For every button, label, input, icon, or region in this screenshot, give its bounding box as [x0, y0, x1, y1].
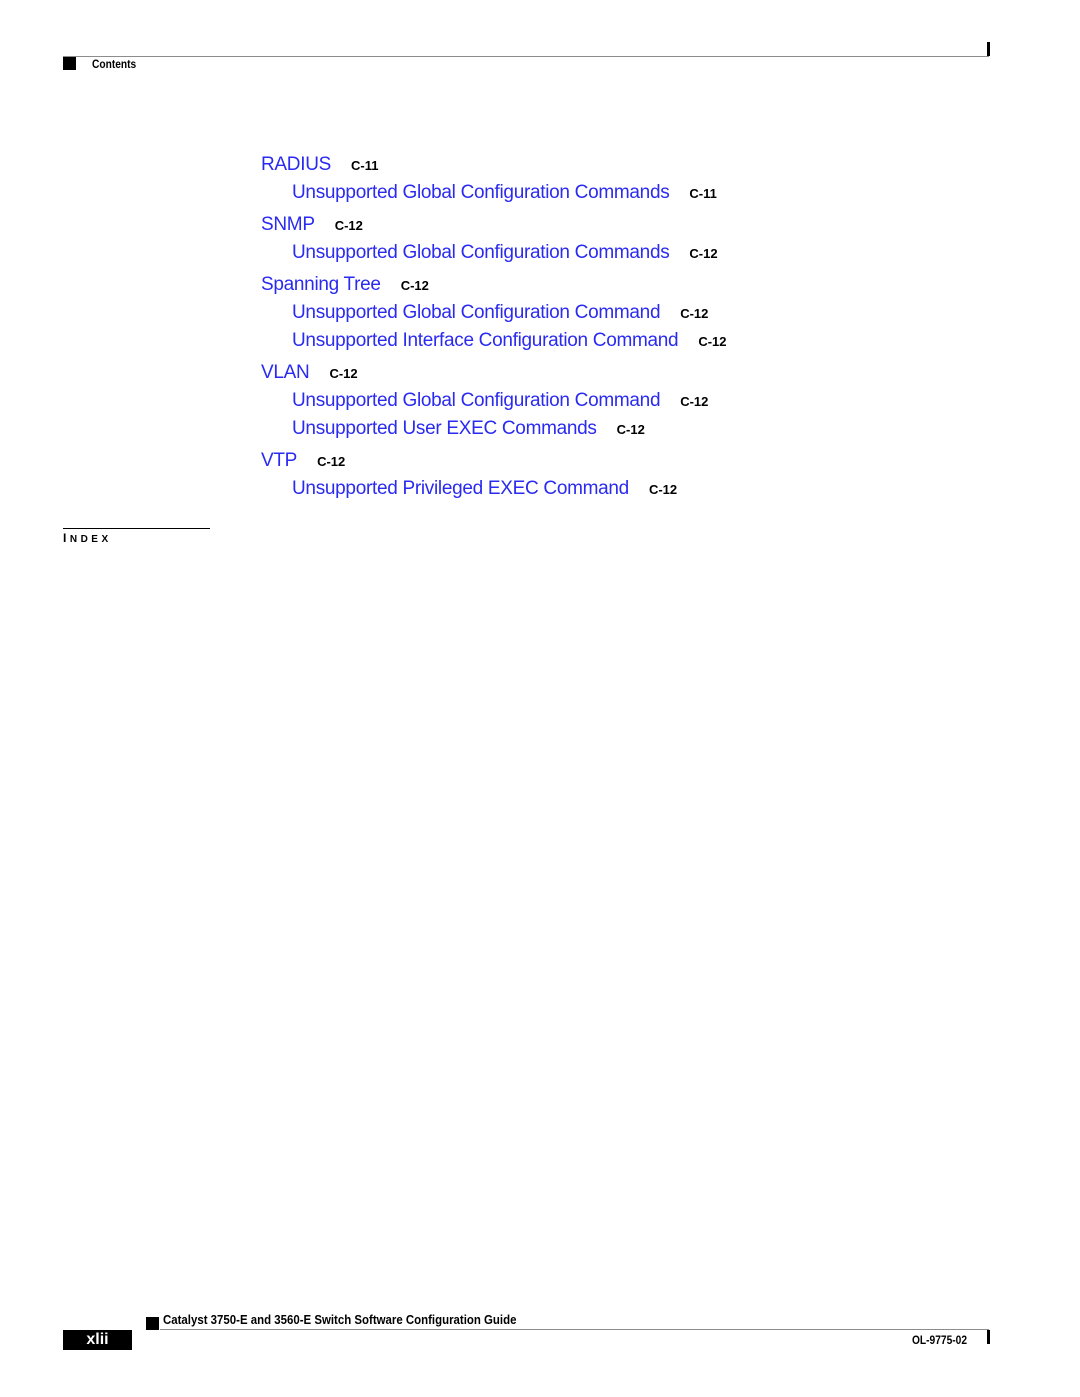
header-edge-bar — [987, 42, 990, 56]
toc-entry[interactable]: Unsupported Global Configuration Command… — [292, 242, 718, 264]
toc-entry-link[interactable]: RADIUS — [261, 154, 331, 176]
header-square-marker — [63, 57, 76, 70]
toc-entry[interactable]: Unsupported User EXEC Commands C-12 — [292, 418, 645, 440]
toc-entry-link[interactable]: VLAN — [261, 362, 310, 384]
toc-entry-link[interactable]: Unsupported User EXEC Commands — [292, 418, 597, 440]
toc-entry-page: C-12 — [680, 394, 709, 409]
footer-rule — [160, 1329, 989, 1330]
toc-entry[interactable]: RADIUS C-11 — [261, 154, 378, 176]
footer-page-number: xlii — [63, 1330, 132, 1350]
toc-entry-page: C-12 — [648, 482, 678, 497]
toc-entry[interactable]: Unsupported Global Configuration Command… — [292, 302, 708, 324]
footer-guide-title: Catalyst 3750-E and 3560-E Switch Softwa… — [163, 1312, 517, 1327]
toc-entry-page: C-12 — [698, 334, 727, 349]
toc-entry-link[interactable]: Unsupported Global Configuration Command… — [292, 182, 670, 204]
footer-edge-bar — [987, 1330, 990, 1344]
toc-entry-page: C-12 — [329, 366, 358, 381]
toc-entry-page: C-12 — [616, 422, 645, 437]
toc-entry[interactable]: Spanning Tree C-12 — [261, 274, 429, 296]
toc-entry-link[interactable]: Unsupported Global Configuration Command… — [292, 242, 670, 264]
index-heading[interactable]: INDEX — [63, 531, 112, 545]
toc-entry-link[interactable]: Spanning Tree — [261, 274, 381, 296]
toc-entry[interactable]: Unsupported Interface Configuration Comm… — [292, 330, 727, 352]
toc-entry-page: C-12 — [400, 278, 429, 293]
toc-entry-page: C-12 — [680, 306, 709, 321]
header-rule — [63, 56, 989, 57]
footer-doc-number: OL-9775-02 — [912, 1333, 967, 1347]
toc-entry-link[interactable]: Unsupported Global Configuration Command — [292, 302, 661, 324]
footer-square-marker — [146, 1317, 159, 1330]
toc-entry[interactable]: VLAN C-12 — [261, 362, 358, 384]
toc-entry[interactable]: VTP C-12 — [261, 450, 345, 472]
toc-entry[interactable]: Unsupported Global Configuration Command… — [292, 390, 708, 412]
toc-entry-page: C-11 — [689, 186, 717, 201]
toc-entry-link[interactable]: Unsupported Global Configuration Command — [292, 390, 661, 412]
toc-entry-page: C-12 — [317, 454, 346, 469]
index-heading-initial: I — [63, 531, 70, 545]
toc-entry-link[interactable]: Unsupported Privileged EXEC Command — [292, 478, 629, 500]
toc-entry-link[interactable]: VTP — [261, 450, 297, 472]
toc-entry[interactable]: Unsupported Privileged EXEC Command C-12 — [292, 478, 677, 500]
toc-entry-link[interactable]: SNMP — [261, 214, 315, 236]
index-heading-rest: NDEX — [69, 534, 112, 545]
toc-entry[interactable]: SNMP C-12 — [261, 214, 363, 236]
index-rule — [63, 528, 210, 529]
toc-entry-page: C-12 — [334, 218, 363, 233]
header-section-label: Contents — [92, 57, 137, 71]
toc-entry[interactable]: Unsupported Global Configuration Command… — [292, 182, 717, 204]
toc-entry-page: C-11 — [351, 158, 379, 173]
toc-entry-link[interactable]: Unsupported Interface Configuration Comm… — [292, 330, 679, 352]
toc-entry-page: C-12 — [689, 246, 718, 261]
